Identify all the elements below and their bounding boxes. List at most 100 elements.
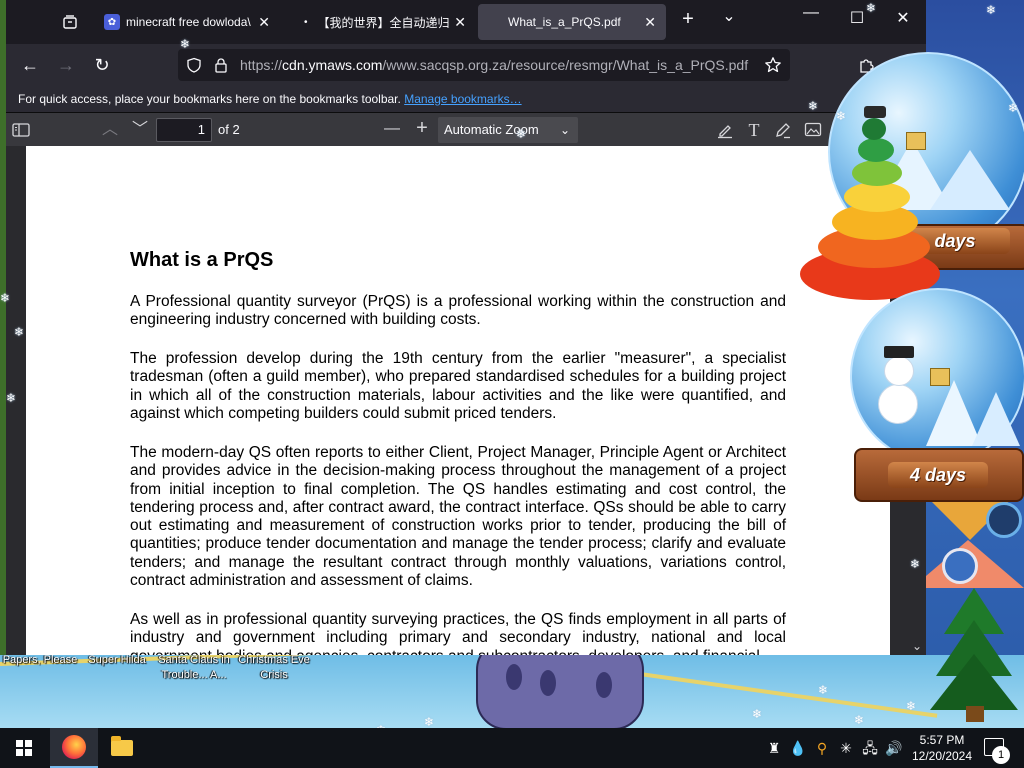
tab-overview-button[interactable] (50, 4, 90, 40)
snowflake-icon: ❄ (906, 699, 917, 713)
tab-pdf[interactable]: What_is_a_PrQS.pdf ✕ (478, 4, 666, 40)
start-button[interactable] (0, 728, 48, 768)
snowflake-icon: ❄ (14, 325, 25, 339)
list-tabs-chevron-icon[interactable]: ⌄ (714, 6, 744, 26)
notification-badge: 1 (992, 746, 1010, 764)
document-heading: What is a PrQS (130, 249, 274, 271)
clock-date: 12/20/2024 (911, 749, 973, 763)
page-count: of 2 (218, 122, 240, 137)
snowflake-icon: ❄ (854, 713, 865, 727)
zoom-out-icon[interactable]: — (380, 118, 404, 140)
close-tab-icon[interactable]: ✕ (454, 14, 466, 31)
sparkle-icon[interactable]: ✳ (836, 740, 856, 756)
bookmark-star-icon[interactable] (764, 56, 782, 74)
document-paragraph: The profession develop during the 19th c… (130, 350, 786, 422)
tree-trunk (966, 706, 984, 722)
top-hat-icon (864, 106, 886, 118)
taskbar-file-explorer[interactable] (98, 728, 146, 768)
tab-minecraft-video[interactable]: • 【我的世界】全自动递归 ✕ (290, 4, 476, 40)
tab-title: 【我的世界】全自动递归 (317, 15, 450, 30)
spiral-coil (858, 138, 894, 162)
zoom-in-icon[interactable]: + (410, 117, 434, 139)
next-page-chevron-icon[interactable]: ﹀ (128, 119, 152, 141)
spiral-coil (862, 118, 886, 140)
address-bar[interactable]: https://cdn.ymaws.com/www.sacqsp.org.za/… (178, 49, 790, 81)
snowflake-icon: ❄ (0, 291, 11, 305)
spiral-coil (852, 160, 902, 186)
shield-icon[interactable] (186, 57, 202, 73)
snowflake-icon: ❄ (818, 683, 829, 697)
desktop-icon-papers-please[interactable]: Papers, Please (0, 653, 80, 668)
snowglobe-label: 4 days (888, 462, 988, 488)
christmas-tree-layer (930, 654, 1018, 710)
draw-pen-icon[interactable] (774, 121, 792, 139)
snowflake-icon: ❄ (986, 3, 997, 17)
add-image-icon[interactable] (804, 121, 824, 139)
network-icon[interactable]: 🖧 (860, 740, 880, 756)
desktop-icon-santa-claus[interactable]: Santa Claus in Trouble... A... (154, 653, 234, 683)
snowman-icon (878, 384, 918, 424)
document-paragraph: The modern-day QS often reports to eithe… (130, 444, 786, 590)
document-paragraph: As well as in professional quantity surv… (130, 611, 786, 655)
chevron-down-icon: ⌄ (559, 123, 570, 137)
close-tab-icon[interactable]: ✕ (258, 14, 270, 31)
firefox-window: ✿ minecraft free dowloda\ ✕ • 【我的世界】全自动递… (6, 0, 926, 655)
folder-icon (111, 736, 133, 756)
lock-icon[interactable] (214, 57, 228, 73)
wallpaper-porthole (942, 548, 978, 584)
close-window-icon[interactable]: ✕ (888, 8, 918, 28)
wallpaper-porthole (986, 502, 1022, 538)
dot-favicon-icon: • (304, 16, 308, 28)
page-number-input[interactable]: 1 (156, 118, 212, 142)
sidebar-toggle-icon[interactable] (12, 122, 30, 138)
snowflake-icon: ❄ (1008, 101, 1019, 115)
pdf-viewer[interactable]: What is a PrQS A Professional quantity s… (6, 146, 926, 655)
snow-tree-icon (930, 150, 1010, 210)
desktop-icon-christmas-eve-crisis[interactable]: Christmas Eve Crisis (234, 653, 314, 683)
system-clock[interactable]: 5:57 PM 12/20/2024 (904, 732, 980, 764)
text-tool-icon[interactable]: T (742, 119, 766, 141)
search-magnifier-icon[interactable]: ⚲ (812, 740, 832, 756)
clock-time: 5:57 PM (919, 733, 965, 747)
snow-tree-icon (972, 392, 1020, 446)
url-host: cdn.ymaws.com (282, 57, 383, 73)
tab-title: minecraft free dowloda\ (126, 15, 251, 29)
previous-page-chevron-icon[interactable]: ︿ (98, 119, 122, 141)
back-arrow-icon[interactable]: ← (18, 54, 42, 76)
bookmarks-message: For quick access, place your bookmarks h… (18, 92, 401, 106)
forward-arrow-icon[interactable]: → (54, 54, 78, 76)
desktop-icon-super-hilda[interactable]: Super Hilda (82, 653, 152, 668)
highlight-icon[interactable] (716, 121, 734, 139)
droplet-icon[interactable]: 💧 (788, 740, 808, 756)
url-text[interactable]: https://cdn.ymaws.com/www.sacqsp.org.za/… (240, 57, 748, 73)
snowflake-icon: ❄ (424, 715, 435, 729)
close-tab-icon[interactable]: ✕ (644, 14, 656, 31)
new-tab-icon[interactable]: + (673, 8, 703, 31)
snowflake-icon: ❄ (910, 557, 921, 571)
tab-title: What_is_a_PrQS.pdf (508, 15, 621, 29)
taskbar-firefox[interactable] (50, 728, 98, 768)
snowflake-icon: ❄ (836, 109, 847, 123)
app-tray-icon[interactable]: ♜ (764, 740, 784, 756)
document-paragraph: A Professional quantity surveyor (PrQS) … (130, 293, 786, 329)
gift-icon (906, 132, 926, 150)
tab-strip: ✿ minecraft free dowloda\ ✕ • 【我的世界】全自动递… (6, 0, 926, 44)
firefox-icon (62, 735, 86, 759)
zoom-select[interactable]: Automatic Zoom ⌄ (438, 117, 578, 143)
reload-icon[interactable]: ↻ (90, 54, 114, 76)
snowflake-icon: ❄ (866, 1, 877, 15)
snowflake-icon: ❄ (6, 391, 17, 405)
paw-favicon-icon: ✿ (104, 14, 120, 30)
snowflake-icon: ❄ (752, 707, 763, 721)
tab-minecraft[interactable]: ✿ minecraft free dowloda\ ✕ (96, 4, 280, 40)
scroll-down-chevron-icon[interactable]: ⌄ (912, 639, 922, 653)
minimize-icon[interactable]: — (796, 4, 826, 22)
snowman-head (884, 356, 914, 386)
snowflake-icon: ❄ (808, 99, 819, 113)
manage-bookmarks-link[interactable]: Manage bookmarks… (404, 92, 521, 106)
url-scheme: https:// (240, 57, 283, 73)
pdf-page: What is a PrQS A Professional quantity s… (26, 146, 890, 655)
volume-icon[interactable]: 🔊 (884, 740, 904, 756)
pdf-toolbar: ︿ ﹀ 1 of 2 — + Automatic Zoom ⌄ T (6, 112, 926, 146)
top-hat-icon (884, 346, 914, 358)
